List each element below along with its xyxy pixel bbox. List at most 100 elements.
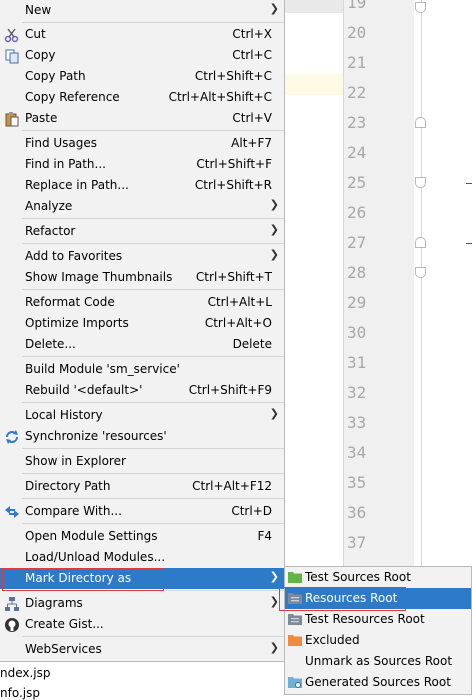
menu-item-cut[interactable]: Cut Ctrl+X — [0, 24, 284, 45]
menu-item-shortcut: Ctrl+X — [232, 27, 272, 41]
menu-separator — [22, 243, 284, 244]
line-number: 20 — [347, 23, 367, 42]
line-number: 30 — [347, 323, 367, 342]
fold-marker-icon[interactable] — [415, 267, 426, 278]
menu-item-label: Paste — [25, 111, 58, 125]
menu-item-shortcut: Ctrl+Alt+Shift+C — [168, 90, 272, 104]
menu-item-label: Copy — [25, 48, 56, 62]
menu-item-directory-path[interactable]: Directory Path Ctrl+Alt+F12 — [0, 476, 284, 497]
menu-item-webservices[interactable]: WebServices ❯ — [0, 639, 284, 660]
menu-item-label: Optimize Imports — [25, 316, 129, 330]
menu-item-label: Delete... — [25, 337, 76, 351]
menu-item-paste[interactable]: Paste Ctrl+V — [0, 108, 284, 129]
line-number: 35 — [347, 473, 367, 492]
menu-item-shortcut: F4 — [257, 529, 272, 543]
menu-item-label: Load/Unload Modules... — [25, 550, 166, 564]
error-stripe-mark[interactable] — [466, 243, 472, 244]
menu-item-shortcut: Ctrl+Alt+L — [207, 295, 272, 309]
submenu-item-unmark-as-sources-root[interactable]: Unmark as Sources Root — [285, 651, 471, 672]
menu-item-show-in-explorer[interactable]: Show in Explorer — [0, 451, 284, 472]
menu-item-show-image-thumbnails[interactable]: Show Image Thumbnails Ctrl+Shift+T — [0, 267, 284, 288]
menu-item-rebuild-default[interactable]: Rebuild '<default>' Ctrl+Shift+F9 — [0, 380, 284, 401]
menu-item-mark-directory-as[interactable]: Mark Directory as ❯ — [0, 568, 284, 589]
submenu-item-excluded[interactable]: Excluded — [285, 630, 471, 651]
submenu-item-label: Unmark as Sources Root — [305, 654, 453, 668]
fold-marker-icon[interactable] — [415, 177, 426, 188]
submenu-arrow-icon: ❯ — [269, 198, 279, 211]
editor-current-line — [285, 0, 343, 13]
line-number: 28 — [347, 263, 367, 282]
menu-item-shortcut: Alt+F7 — [231, 136, 272, 150]
tree-file-item[interactable]: nfo.jsp — [0, 686, 40, 700]
menu-item-label: Find in Path... — [25, 157, 106, 171]
fold-marker-icon[interactable] — [415, 237, 426, 248]
menu-separator — [22, 636, 284, 637]
line-number: 32 — [347, 383, 367, 402]
mark-directory-submenu: Test Sources Root Resources Root Test Reso… — [284, 566, 472, 695]
submenu-item-label: Test Resources Root — [305, 612, 425, 626]
line-number: 24 — [347, 143, 367, 162]
line-number: 36 — [347, 503, 367, 522]
menu-item-label: Compare With... — [25, 504, 122, 518]
menu-item-reformat-code[interactable]: Reformat Code Ctrl+Alt+L — [0, 292, 284, 313]
menu-item-create-gist[interactable]: Create Gist... — [0, 614, 284, 635]
menu-item-label: Mark Directory as — [25, 571, 132, 585]
menu-item-shortcut: Ctrl+Shift+F9 — [188, 383, 272, 397]
submenu-item-test-resources-root[interactable]: Test Resources Root — [285, 609, 471, 630]
menu-item-copy[interactable]: Copy Ctrl+C — [0, 45, 284, 66]
menu-item-copy-path[interactable]: Copy Path Ctrl+Shift+C — [0, 66, 284, 87]
submenu-arrow-icon: ❯ — [269, 641, 279, 654]
menu-item-optimize-imports[interactable]: Optimize Imports Ctrl+Alt+O — [0, 313, 284, 334]
menu-item-shortcut: Ctrl+Shift+T — [195, 270, 272, 284]
submenu-item-label: Excluded — [305, 633, 360, 647]
submenu-item-test-sources-root[interactable]: Test Sources Root — [285, 567, 471, 588]
error-stripe-mark[interactable] — [466, 183, 472, 184]
menu-item-local-history[interactable]: Local History ❯ — [0, 405, 284, 426]
menu-item-new[interactable]: New ❯ — [0, 0, 284, 21]
line-number: 31 — [347, 353, 367, 372]
test-resources-folder-icon — [288, 613, 302, 625]
menu-item-refactor[interactable]: Refactor ❯ — [0, 221, 284, 242]
menu-separator — [22, 473, 284, 474]
menu-item-find-in-path[interactable]: Find in Path... Ctrl+Shift+F — [0, 154, 284, 175]
menu-item-label: Synchronize 'resources' — [25, 429, 167, 443]
compare-icon — [4, 504, 20, 520]
menu-item-replace-in-path[interactable]: Replace in Path... Ctrl+Shift+R — [0, 175, 284, 196]
menu-item-load-unload-modules[interactable]: Load/Unload Modules... — [0, 547, 284, 568]
submenu-arrow-icon: ❯ — [269, 595, 279, 608]
submenu-item-resources-root[interactable]: Resources Root — [285, 588, 471, 609]
submenu-arrow-icon: ❯ — [269, 248, 279, 261]
fold-marker-icon[interactable] — [415, 2, 426, 13]
menu-item-label: Find Usages — [25, 136, 98, 150]
menu-item-find-usages[interactable]: Find Usages Alt+F7 — [0, 133, 284, 154]
menu-item-shortcut: Ctrl+Alt+F12 — [192, 479, 272, 493]
tree-file-item[interactable]: ndex.jsp — [0, 666, 51, 680]
menu-item-shortcut: Ctrl+Shift+R — [194, 178, 272, 192]
menu-item-delete[interactable]: Delete... Delete — [0, 334, 284, 355]
menu-item-synchronize-resources[interactable]: Synchronize 'resources' — [0, 426, 284, 447]
line-number: 25 — [347, 173, 367, 192]
menu-item-analyze[interactable]: Analyze ❯ — [0, 196, 284, 217]
menu-item-label: Build Module 'sm_service' — [25, 362, 180, 376]
menu-item-build-module-sm-service[interactable]: Build Module 'sm_service' — [0, 359, 284, 380]
test-sources-folder-icon — [288, 571, 302, 583]
submenu-item-generated-sources-root[interactable]: Generated Sources Root — [285, 672, 471, 693]
menu-item-compare-with[interactable]: Compare With... Ctrl+D — [0, 501, 284, 522]
menu-separator — [22, 448, 284, 449]
menu-item-add-to-favorites[interactable]: Add to Favorites ❯ — [0, 246, 284, 267]
submenu-item-label: Resources Root — [305, 591, 398, 605]
menu-item-diagrams[interactable]: Diagrams ❯ — [0, 593, 284, 614]
menu-item-shortcut: Ctrl+V — [232, 111, 272, 125]
editor-highlight-line — [285, 74, 343, 95]
menu-item-open-module-settings[interactable]: Open Module Settings F4 — [0, 526, 284, 547]
line-number: 21 — [347, 53, 367, 72]
submenu-arrow-icon: ❯ — [269, 2, 279, 15]
fold-marker-icon[interactable] — [415, 117, 426, 128]
menu-item-label: Show in Explorer — [25, 454, 126, 468]
menu-item-copy-reference[interactable]: Copy Reference Ctrl+Alt+Shift+C — [0, 87, 284, 108]
line-number: 26 — [347, 203, 367, 222]
menu-item-label: Create Gist... — [25, 617, 104, 631]
submenu-item-label: Generated Sources Root — [305, 675, 451, 689]
line-number: 22 — [347, 83, 367, 102]
menu-item-label: Diagrams — [25, 596, 83, 610]
